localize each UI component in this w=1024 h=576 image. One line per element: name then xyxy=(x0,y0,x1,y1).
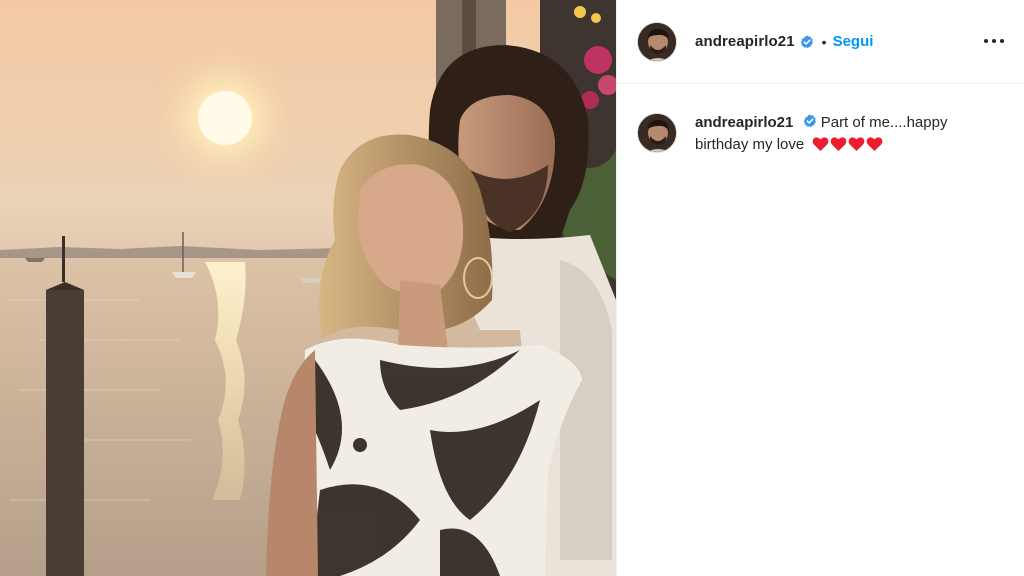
follow-button[interactable]: Segui xyxy=(833,33,874,50)
post-caption: andreapirlo21 Part of me....happy birthd… xyxy=(617,84,1024,156)
caption-text-block: andreapirlo21 Part of me....happy birthd… xyxy=(695,112,995,156)
avatar-photo-icon xyxy=(638,114,676,152)
post-header: andreapirlo21 • Segui xyxy=(617,0,1024,84)
avatar-photo-icon xyxy=(638,22,676,61)
caption-username[interactable]: andreapirlo21 xyxy=(695,114,793,131)
caption-avatar[interactable] xyxy=(637,113,677,153)
verified-badge-icon xyxy=(803,114,816,128)
red-heart-icon xyxy=(849,137,865,151)
red-heart-icon xyxy=(831,137,847,151)
username[interactable]: andreapirlo21 xyxy=(695,33,795,50)
profile-avatar[interactable] xyxy=(637,21,677,62)
caption-emoji xyxy=(812,136,883,152)
more-horizontal-icon[interactable] xyxy=(984,33,1004,49)
red-heart-icon xyxy=(813,137,829,151)
post-photo[interactable] xyxy=(0,0,616,576)
red-heart-icon xyxy=(867,137,883,151)
verified-badge-icon xyxy=(800,35,813,48)
post-side-panel: andreapirlo21 • Segui andreapirlo21 Part… xyxy=(616,0,1024,576)
post-photo-illustration xyxy=(0,0,616,576)
separator-dot: • xyxy=(821,33,827,50)
